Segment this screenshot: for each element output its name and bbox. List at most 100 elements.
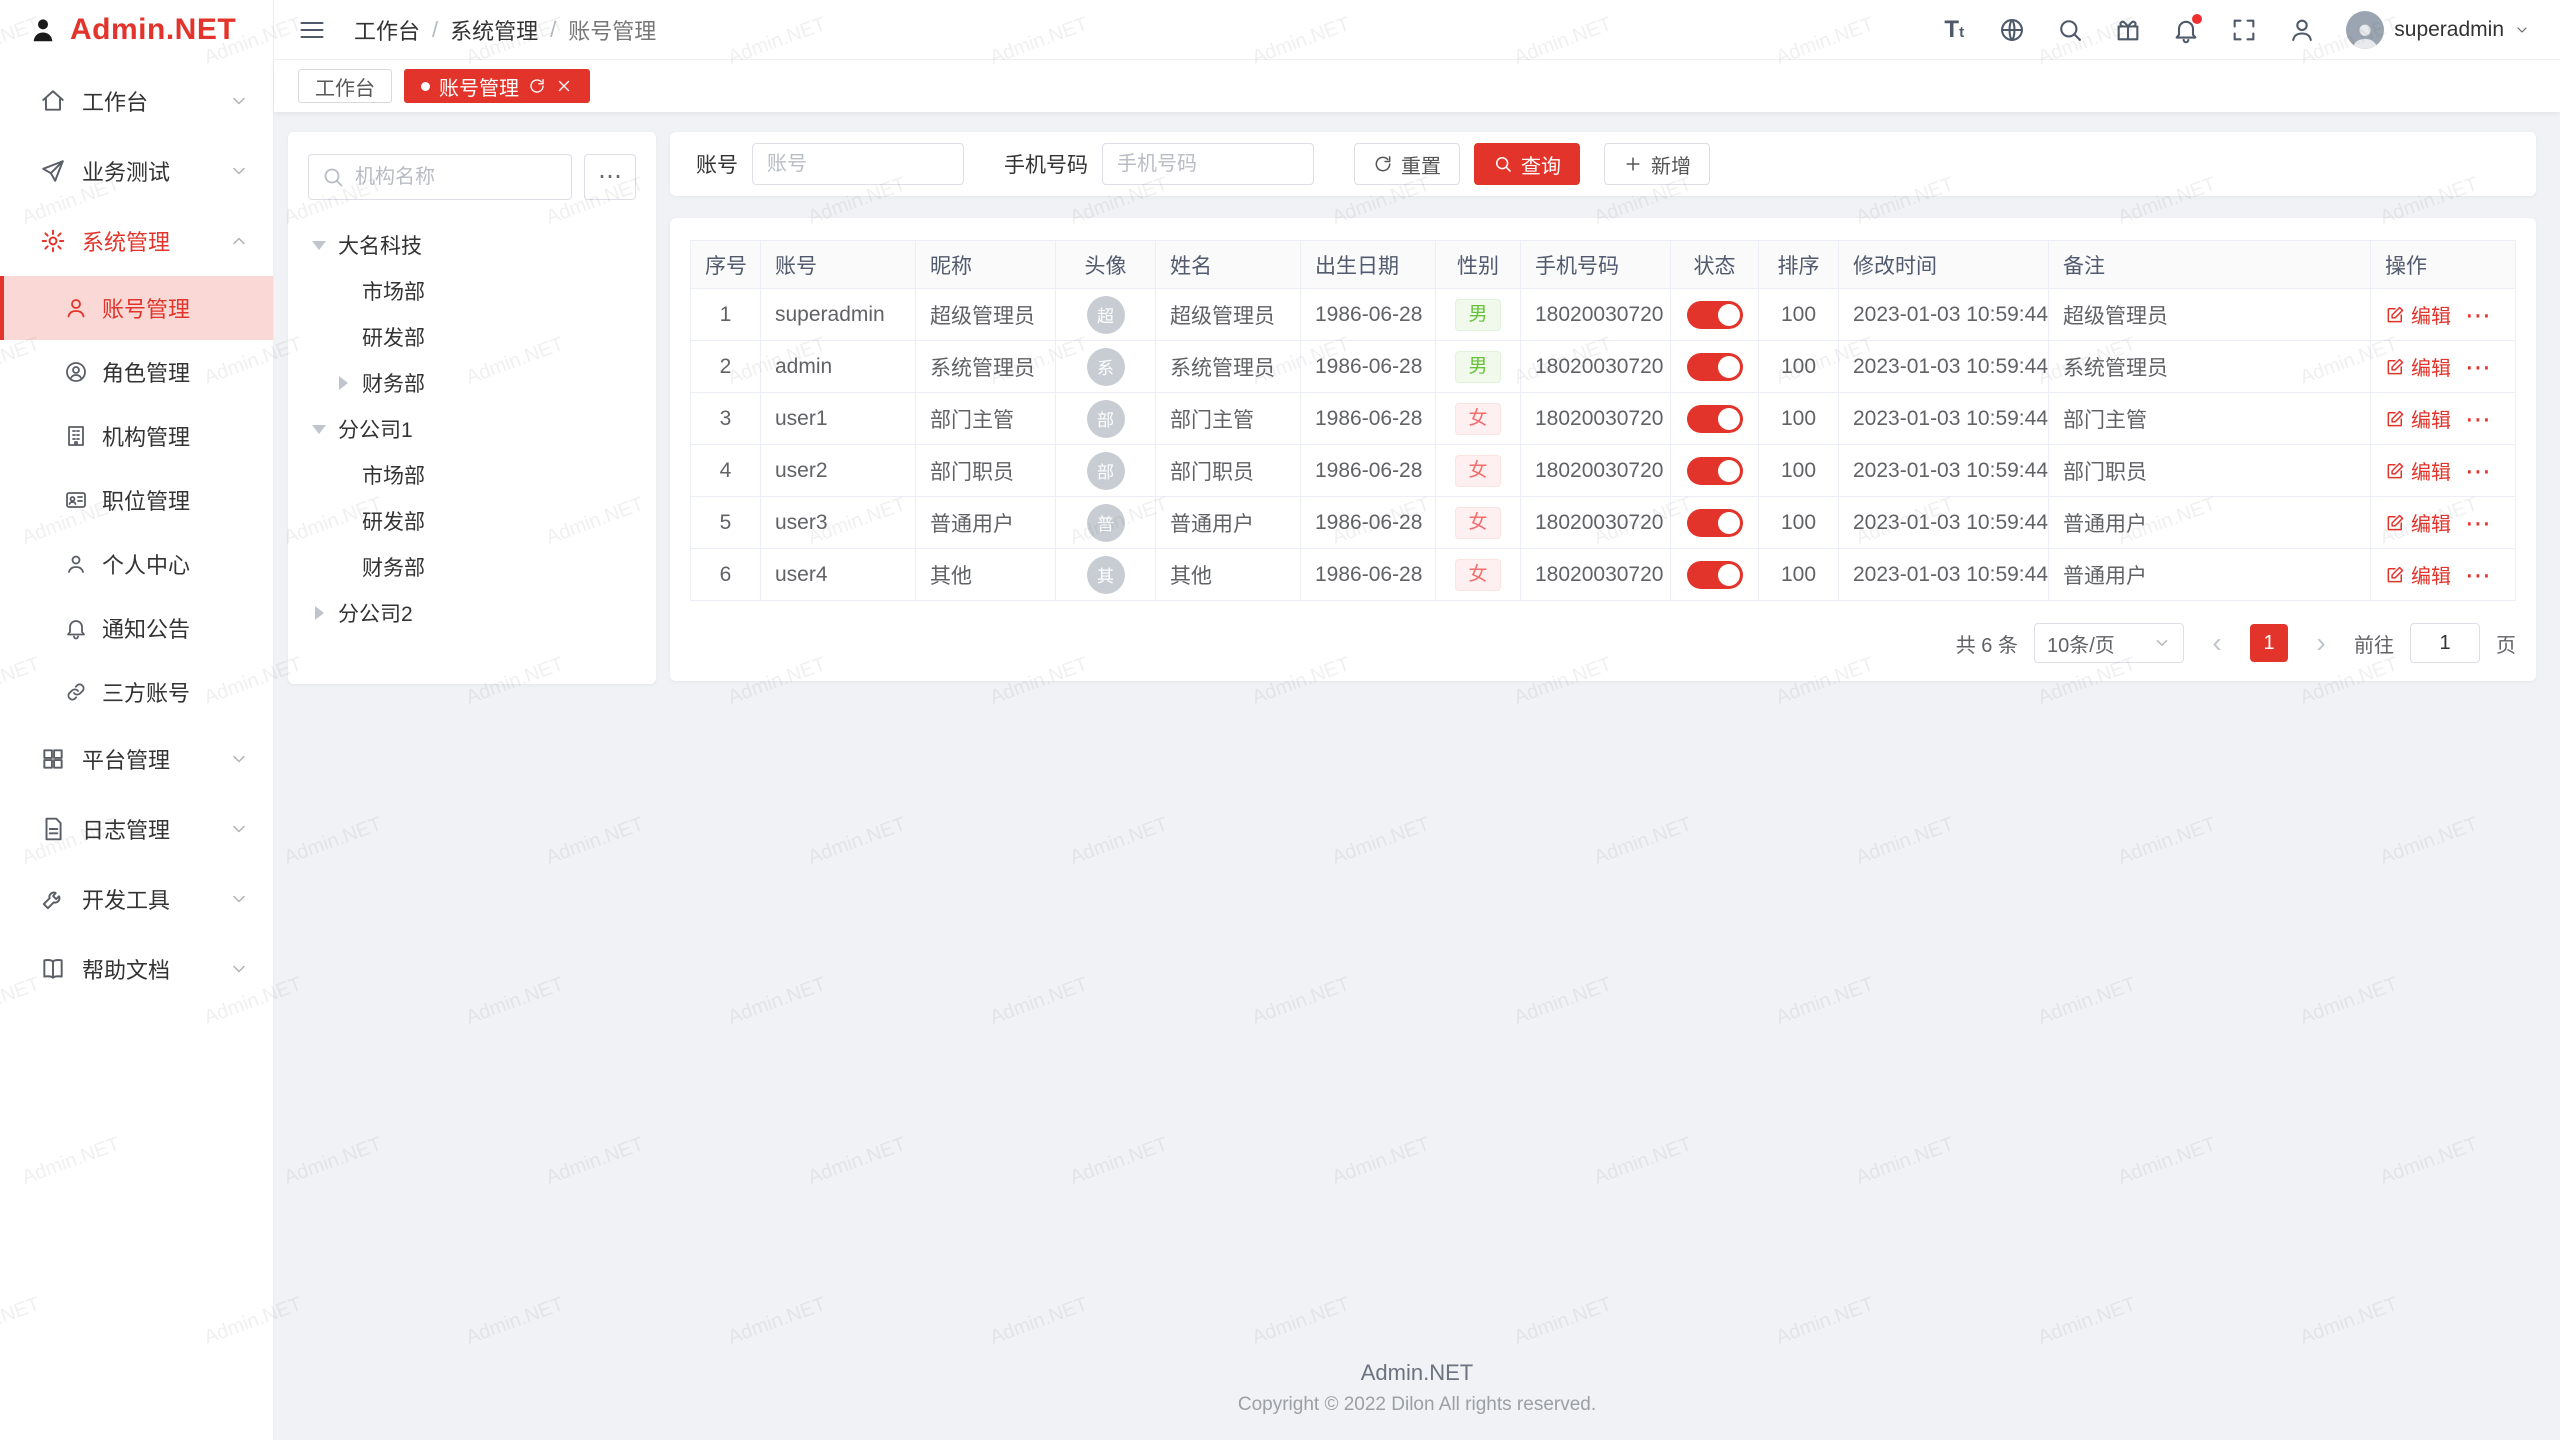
chevron-down-icon	[2514, 22, 2530, 38]
tab-workbench[interactable]: 工作台	[298, 69, 392, 103]
col-order: 排序	[1759, 241, 1839, 289]
row-avatar: 其	[1087, 556, 1125, 594]
chevron-down-icon	[229, 161, 249, 181]
sidebar-item-label: 个人中心	[102, 548, 190, 580]
more-actions-button[interactable]: ⋯	[2465, 354, 2492, 380]
col-avatar: 头像	[1056, 241, 1156, 289]
breadcrumb-system[interactable]: 系统管理	[450, 14, 538, 46]
tree-node-dept[interactable]: 市场部	[308, 268, 636, 314]
reset-button[interactable]: 重置	[1354, 143, 1460, 185]
chevron-down-icon	[229, 749, 249, 769]
more-actions-button[interactable]: ⋯	[2465, 302, 2492, 328]
caret-down-icon[interactable]	[308, 234, 330, 256]
theme-skin-icon[interactable]	[2114, 16, 2142, 44]
tab-account-management[interactable]: 账号管理	[404, 69, 590, 103]
right-column: 账号 手机号码 重置 查询 新增	[670, 132, 2536, 681]
caret-right-icon[interactable]	[332, 372, 354, 394]
status-toggle[interactable]	[1687, 405, 1743, 433]
tree-node-dept[interactable]: 市场部	[308, 452, 636, 498]
sidebar-item-post-management[interactable]: 职位管理	[0, 468, 273, 532]
page-size-select[interactable]: 10条/页	[2034, 623, 2184, 663]
grid-icon	[40, 746, 66, 772]
page-number-current[interactable]: 1	[2250, 624, 2288, 662]
sidebar-item-business-test[interactable]: 业务测试	[0, 136, 273, 206]
next-page-button[interactable]: ›	[2304, 624, 2338, 662]
caret-right-icon[interactable]	[308, 602, 330, 624]
phone-input[interactable]	[1102, 143, 1314, 185]
search-icon[interactable]	[2056, 16, 2084, 44]
profile-link-icon[interactable]	[2288, 16, 2316, 44]
sidebar-item-workbench[interactable]: 工作台	[0, 66, 273, 136]
hamburger-menu-icon[interactable]	[298, 16, 326, 44]
tree-node-dept[interactable]: 财务部	[308, 360, 636, 406]
chevron-down-icon	[229, 889, 249, 909]
col-phone: 手机号码	[1521, 241, 1671, 289]
status-toggle[interactable]	[1687, 561, 1743, 589]
account-input[interactable]	[752, 143, 964, 185]
edit-button[interactable]: 编辑	[2385, 560, 2451, 589]
add-button[interactable]: 新增	[1604, 143, 1710, 185]
edit-button[interactable]: 编辑	[2385, 352, 2451, 381]
tree-node-dept[interactable]: 财务部	[308, 544, 636, 590]
tree-node-company[interactable]: 大名科技	[308, 222, 636, 268]
edit-button[interactable]: 编辑	[2385, 300, 2451, 329]
sidebar-item-org-management[interactable]: 机构管理	[0, 404, 273, 468]
search-icon	[1493, 154, 1513, 174]
sidebar-item-system-management[interactable]: 系统管理	[0, 206, 273, 276]
edit-pencil-icon	[2385, 513, 2405, 533]
table-row: 3 user1 部门主管 部 部门主管 1986-06-28 女 1802003…	[691, 393, 2516, 445]
tree-node-label: 财务部	[362, 552, 425, 582]
refresh-tab-icon[interactable]	[528, 77, 546, 95]
search-icon	[321, 165, 345, 189]
query-bar: 账号 手机号码 重置 查询 新增	[670, 132, 2536, 196]
org-name-search-input[interactable]	[308, 154, 572, 200]
status-toggle[interactable]	[1687, 353, 1743, 381]
status-toggle[interactable]	[1687, 301, 1743, 329]
chevron-down-icon	[229, 959, 249, 979]
more-actions-button[interactable]: ⋯	[2465, 406, 2492, 432]
tree-node-dept[interactable]: 研发部	[308, 314, 636, 360]
breadcrumb-workbench[interactable]: 工作台	[354, 14, 420, 46]
status-toggle[interactable]	[1687, 509, 1743, 537]
sidebar-menu: 工作台 业务测试 系统管理 账号管理 角色管理	[0, 60, 273, 1440]
globe-icon[interactable]	[1998, 16, 2026, 44]
sidebar-item-label: 平台管理	[82, 743, 213, 775]
tree-node-branch1[interactable]: 分公司1	[308, 406, 636, 452]
sidebar-item-account-management[interactable]: 账号管理	[0, 276, 273, 340]
id-card-icon	[64, 488, 88, 512]
goto-page-input[interactable]	[2410, 623, 2480, 663]
col-nickname: 昵称	[916, 241, 1056, 289]
more-actions-button[interactable]: ⋯	[2465, 562, 2492, 588]
prev-page-button[interactable]: ‹	[2200, 624, 2234, 662]
edit-button[interactable]: 编辑	[2385, 456, 2451, 485]
edit-button[interactable]: 编辑	[2385, 508, 2451, 537]
search-button[interactable]: 查询	[1474, 143, 1580, 185]
sidebar-item-label: 角色管理	[102, 356, 190, 388]
sidebar-item-third-party-account[interactable]: 三方账号	[0, 660, 273, 724]
fullscreen-icon[interactable]	[2230, 16, 2258, 44]
user-menu[interactable]: superadmin	[2346, 11, 2530, 49]
sidebar-item-role-management[interactable]: 角色管理	[0, 340, 273, 404]
edit-pencil-icon	[2385, 461, 2405, 481]
close-tab-icon[interactable]	[555, 77, 573, 95]
tree-node-branch2[interactable]: 分公司2	[308, 590, 636, 636]
sidebar-item-help-docs[interactable]: 帮助文档	[0, 934, 273, 1004]
font-size-icon[interactable]: Tt	[1940, 16, 1968, 44]
sidebar-item-dev-tools[interactable]: 开发工具	[0, 864, 273, 934]
more-actions-button[interactable]: ⋯	[2465, 510, 2492, 536]
more-actions-button[interactable]: ⋯	[2465, 458, 2492, 484]
tree-node-label: 大名科技	[338, 230, 422, 260]
page-suffix-label: 页	[2496, 629, 2516, 658]
tree-node-dept[interactable]: 研发部	[308, 498, 636, 544]
caret-down-icon[interactable]	[308, 418, 330, 440]
breadcrumb-separator: /	[432, 17, 438, 43]
total-count: 共 6 条	[1956, 629, 2018, 658]
edit-button[interactable]: 编辑	[2385, 404, 2451, 433]
sidebar-item-platform-management[interactable]: 平台管理	[0, 724, 273, 794]
tree-more-button[interactable]: ⋯	[584, 154, 636, 200]
sidebar-item-log-management[interactable]: 日志管理	[0, 794, 273, 864]
sidebar-item-notice[interactable]: 通知公告	[0, 596, 273, 660]
status-toggle[interactable]	[1687, 457, 1743, 485]
notification-bell-icon[interactable]	[2172, 16, 2200, 44]
sidebar-item-personal-center[interactable]: 个人中心	[0, 532, 273, 596]
